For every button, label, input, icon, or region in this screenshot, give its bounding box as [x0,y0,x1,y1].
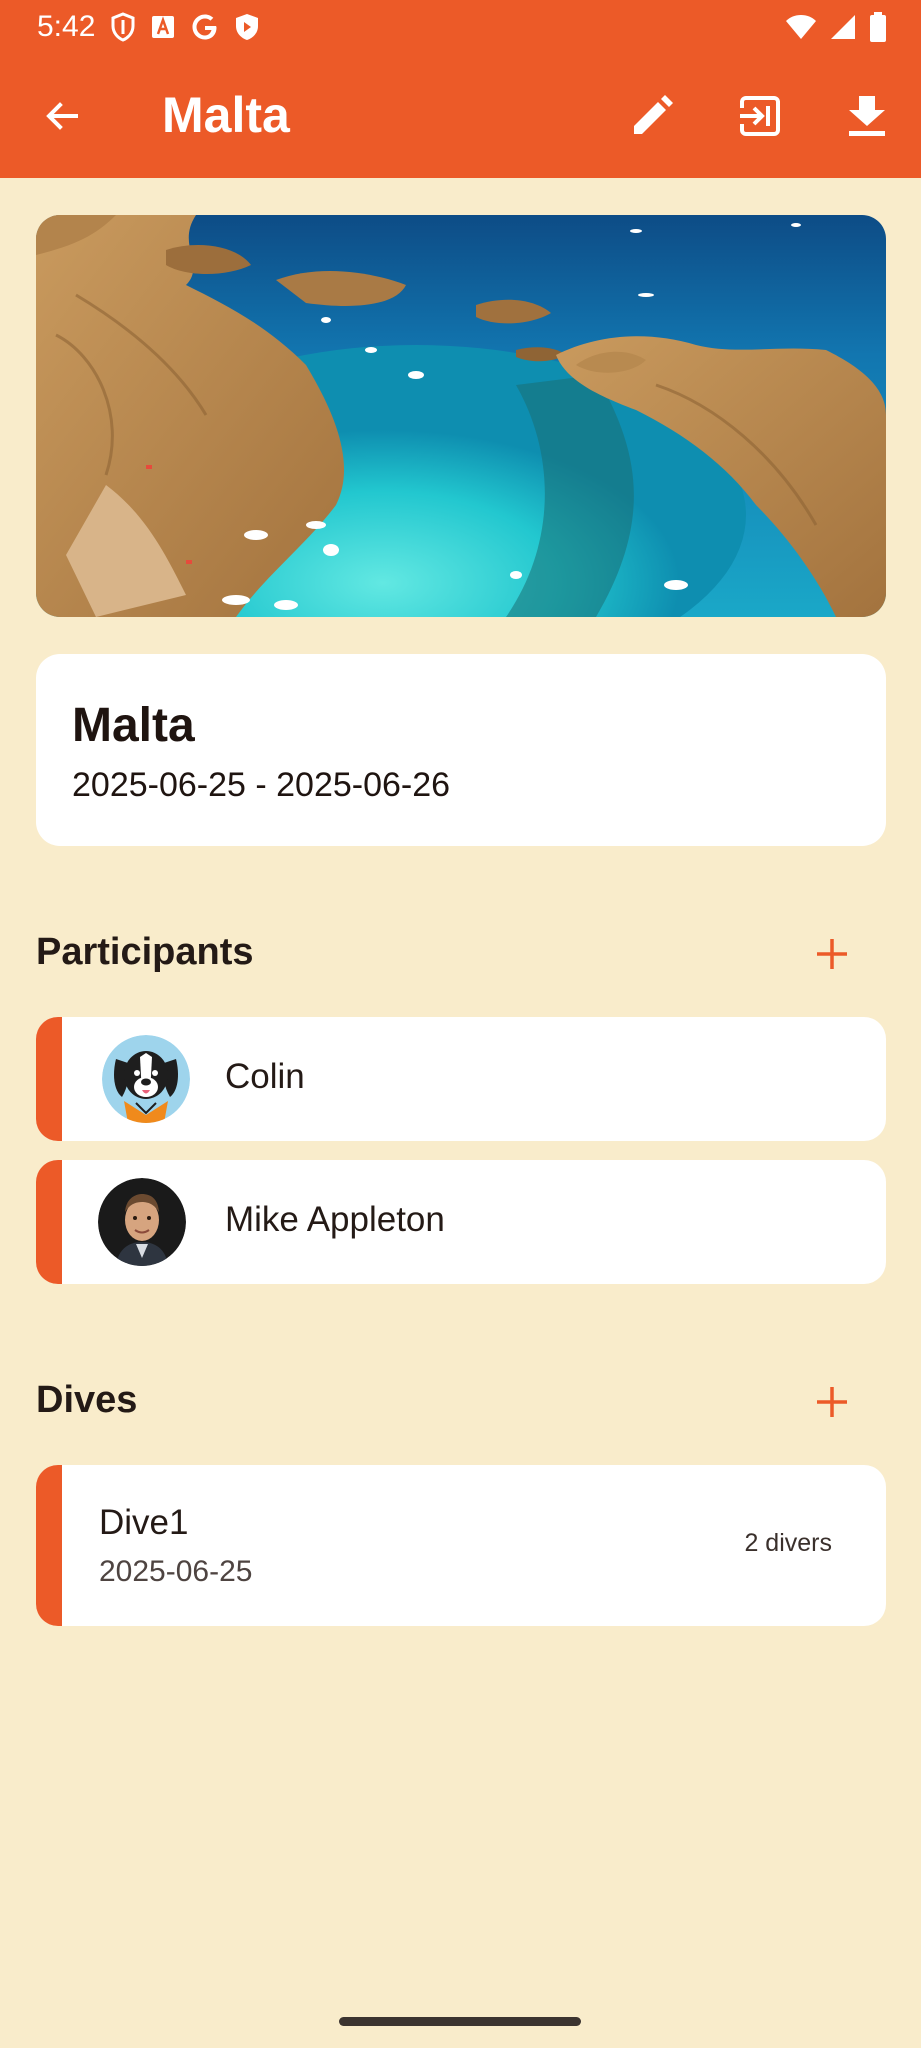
dive-title: Dive1 [99,1503,189,1542]
wifi-icon [786,15,816,39]
dive-date: 2025-06-25 [99,1555,253,1588]
participant-row[interactable]: Mike Appleton [36,1160,886,1284]
avatar [98,1178,186,1266]
trip-dates: 2025-06-25 - 2025-06-26 [72,766,451,804]
trip-cover-image [36,215,886,617]
participant-name: Colin [225,1057,305,1096]
status-system-icons [785,12,887,42]
download-button[interactable] [835,84,899,148]
battery-icon [870,12,886,42]
signal-icon [831,15,855,39]
home-indicator[interactable] [339,2017,581,2026]
exit-icon [738,96,780,136]
edit-button[interactable] [620,84,684,148]
status-time: 5:42 [37,10,96,43]
page-title: Malta [162,87,290,143]
avatar [102,1035,190,1123]
trip-summary-card: Malta 2025-06-25 - 2025-06-26 [36,654,886,846]
font-a-icon [152,16,174,38]
download-icon [849,96,885,136]
google-g-icon [192,14,217,40]
add-participant-button[interactable] [802,924,862,984]
row-accent [36,1017,62,1141]
add-dive-button[interactable] [802,1372,862,1432]
row-accent [36,1160,62,1284]
pencil-icon [634,95,673,134]
shield-icon [111,12,135,42]
dives-heading: Dives [36,1379,138,1421]
arrow-left-icon [46,102,78,130]
app-header: 5:42 Malta [0,0,921,178]
dive-divers-count: 2 divers [744,1529,832,1557]
row-accent [36,1465,62,1626]
dive-row[interactable]: Dive1 2025-06-25 2 divers [36,1465,886,1626]
status-notification-icons [110,12,260,42]
plus-icon [817,1387,847,1417]
status-bar: 5:42 [0,0,921,56]
participant-row[interactable]: Colin [36,1017,886,1141]
participants-heading: Participants [36,931,254,973]
play-shield-icon [236,14,258,40]
back-button[interactable] [30,84,94,148]
trip-name: Malta [72,699,195,752]
app-bar: Malta [0,60,921,172]
plus-icon [817,939,847,969]
exit-button[interactable] [728,84,792,148]
participant-name: Mike Appleton [225,1200,445,1239]
